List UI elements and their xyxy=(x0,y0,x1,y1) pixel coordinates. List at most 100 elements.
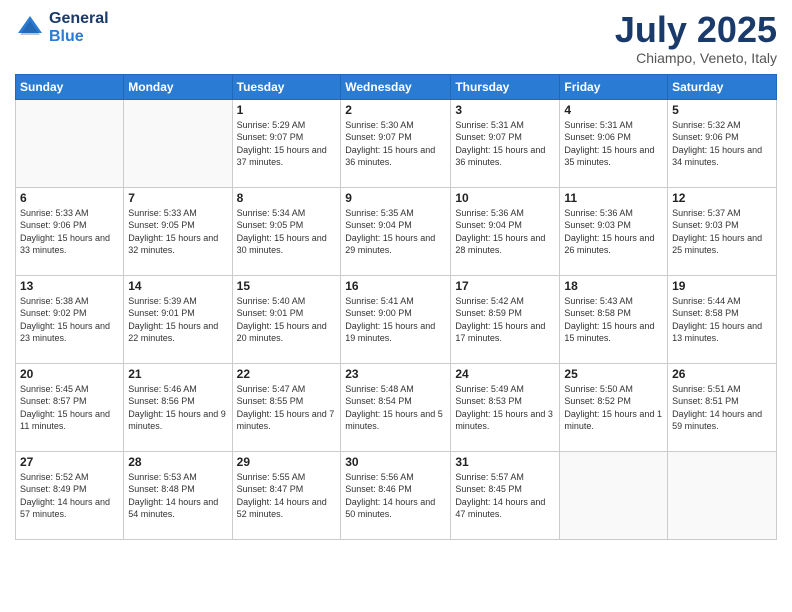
day-info: Sunrise: 5:53 AM Sunset: 8:48 PM Dayligh… xyxy=(128,471,227,521)
day-number: 2 xyxy=(345,103,446,117)
logo-general: General xyxy=(49,10,109,28)
calendar-week-row: 27Sunrise: 5:52 AM Sunset: 8:49 PM Dayli… xyxy=(16,451,777,539)
day-info: Sunrise: 5:34 AM Sunset: 9:05 PM Dayligh… xyxy=(237,207,337,257)
logo: General Blue xyxy=(15,10,109,46)
calendar-cell: 15 Sunrise: 5:40 AM Sunset: 9:01 PM Dayli… xyxy=(232,275,341,363)
day-info: Sunrise: 5:30 AM Sunset: 9:07 PM Dayligh… xyxy=(345,119,446,169)
day-info: Sunrise: 5:33 AM Sunset: 9:05 PM Dayligh… xyxy=(128,207,227,257)
calendar-cell: 8 Sunrise: 5:34 AM Sunset: 9:05 PM Daylig… xyxy=(232,187,341,275)
day-number: 14 xyxy=(128,279,227,293)
calendar-cell: 13 Sunrise: 5:38 AM Sunset: 9:02 PM Dayli… xyxy=(16,275,124,363)
day-number: 16 xyxy=(345,279,446,293)
day-info: Sunrise: 5:43 AM Sunset: 8:58 PM Dayligh… xyxy=(564,295,663,345)
logo-icon xyxy=(15,13,45,43)
title-area: July 2025 Chiampo, Veneto, Italy xyxy=(615,10,777,66)
calendar-cell: 12Sunrise: 5:37 AM Sunset: 9:03 PM Dayli… xyxy=(668,187,777,275)
calendar-cell xyxy=(124,99,232,187)
day-info: Sunrise: 5:44 AM Sunset: 8:58 PM Dayligh… xyxy=(672,295,772,345)
day-number: 6 xyxy=(20,191,119,205)
day-info: Sunrise: 5:31 AM Sunset: 9:06 PM Dayligh… xyxy=(564,119,663,169)
day-number: 19 xyxy=(672,279,772,293)
day-number: 13 xyxy=(20,279,119,293)
calendar-cell: 23 Sunrise: 5:48 AM Sunset: 8:54 PM Dayli… xyxy=(341,363,451,451)
calendar-cell: 5 Sunrise: 5:32 AM Sunset: 9:06 PM Daylig… xyxy=(668,99,777,187)
calendar-cell: 17Sunrise: 5:42 AM Sunset: 8:59 PM Dayli… xyxy=(451,275,560,363)
day-number: 1 xyxy=(237,103,337,117)
weekday-header: Thursday xyxy=(451,74,560,99)
weekday-header: Wednesday xyxy=(341,74,451,99)
calendar-cell: 4Sunrise: 5:31 AM Sunset: 9:06 PM Daylig… xyxy=(560,99,668,187)
day-info: Sunrise: 5:31 AM Sunset: 9:07 PM Dayligh… xyxy=(455,119,555,169)
day-info: Sunrise: 5:36 AM Sunset: 9:04 PM Dayligh… xyxy=(455,207,555,257)
page: General Blue July 2025 Chiampo, Veneto, … xyxy=(0,0,792,612)
calendar-cell: 2 Sunrise: 5:30 AM Sunset: 9:07 PM Daylig… xyxy=(341,99,451,187)
weekday-header: Sunday xyxy=(16,74,124,99)
day-number: 31 xyxy=(455,455,555,469)
logo-blue: Blue xyxy=(49,28,109,46)
day-number: 5 xyxy=(672,103,772,117)
day-info: Sunrise: 5:32 AM Sunset: 9:06 PM Dayligh… xyxy=(672,119,772,169)
day-info: Sunrise: 5:38 AM Sunset: 9:02 PM Dayligh… xyxy=(20,295,119,345)
day-info: Sunrise: 5:48 AM Sunset: 8:54 PM Dayligh… xyxy=(345,383,446,433)
day-number: 22 xyxy=(237,367,337,381)
calendar-cell: 11 Sunrise: 5:36 AM Sunset: 9:03 PM Dayli… xyxy=(560,187,668,275)
calendar-week-row: 1Sunrise: 5:29 AM Sunset: 9:07 PM Daylig… xyxy=(16,99,777,187)
day-number: 25 xyxy=(564,367,663,381)
calendar-cell: 19 Sunrise: 5:44 AM Sunset: 8:58 PM Dayli… xyxy=(668,275,777,363)
month-title: July 2025 xyxy=(615,10,777,50)
weekday-header-row: SundayMondayTuesdayWednesdayThursdayFrid… xyxy=(16,74,777,99)
day-number: 3 xyxy=(455,103,555,117)
calendar-cell: 31 Sunrise: 5:57 AM Sunset: 8:45 PM Dayli… xyxy=(451,451,560,539)
day-number: 20 xyxy=(20,367,119,381)
calendar-cell: 20 Sunrise: 5:45 AM Sunset: 8:57 PM Dayli… xyxy=(16,363,124,451)
day-number: 18 xyxy=(564,279,663,293)
day-info: Sunrise: 5:41 AM Sunset: 9:00 PM Dayligh… xyxy=(345,295,446,345)
day-number: 9 xyxy=(345,191,446,205)
calendar-cell: 27Sunrise: 5:52 AM Sunset: 8:49 PM Dayli… xyxy=(16,451,124,539)
weekday-header: Monday xyxy=(124,74,232,99)
day-number: 23 xyxy=(345,367,446,381)
day-info: Sunrise: 5:37 AM Sunset: 9:03 PM Dayligh… xyxy=(672,207,772,257)
calendar-cell: 14 Sunrise: 5:39 AM Sunset: 9:01 PM Dayli… xyxy=(124,275,232,363)
calendar-cell: 1Sunrise: 5:29 AM Sunset: 9:07 PM Daylig… xyxy=(232,99,341,187)
day-number: 17 xyxy=(455,279,555,293)
calendar-cell: 6Sunrise: 5:33 AM Sunset: 9:06 PM Daylig… xyxy=(16,187,124,275)
calendar-cell: 30Sunrise: 5:56 AM Sunset: 8:46 PM Dayli… xyxy=(341,451,451,539)
header: General Blue July 2025 Chiampo, Veneto, … xyxy=(15,10,777,66)
day-info: Sunrise: 5:50 AM Sunset: 8:52 PM Dayligh… xyxy=(564,383,663,433)
weekday-header: Tuesday xyxy=(232,74,341,99)
calendar-table: SundayMondayTuesdayWednesdayThursdayFrid… xyxy=(15,74,777,540)
day-info: Sunrise: 5:35 AM Sunset: 9:04 PM Dayligh… xyxy=(345,207,446,257)
calendar-cell: 22 Sunrise: 5:47 AM Sunset: 8:55 PM Dayli… xyxy=(232,363,341,451)
day-info: Sunrise: 5:56 AM Sunset: 8:46 PM Dayligh… xyxy=(345,471,446,521)
day-number: 15 xyxy=(237,279,337,293)
calendar-cell: 29Sunrise: 5:55 AM Sunset: 8:47 PM Dayli… xyxy=(232,451,341,539)
calendar-cell: 3 Sunrise: 5:31 AM Sunset: 9:07 PM Daylig… xyxy=(451,99,560,187)
day-number: 11 xyxy=(564,191,663,205)
calendar-cell: 7Sunrise: 5:33 AM Sunset: 9:05 PM Daylig… xyxy=(124,187,232,275)
day-number: 27 xyxy=(20,455,119,469)
day-info: Sunrise: 5:40 AM Sunset: 9:01 PM Dayligh… xyxy=(237,295,337,345)
day-info: Sunrise: 5:36 AM Sunset: 9:03 PM Dayligh… xyxy=(564,207,663,257)
calendar-week-row: 6Sunrise: 5:33 AM Sunset: 9:06 PM Daylig… xyxy=(16,187,777,275)
calendar-week-row: 20 Sunrise: 5:45 AM Sunset: 8:57 PM Dayli… xyxy=(16,363,777,451)
calendar-cell: 10Sunrise: 5:36 AM Sunset: 9:04 PM Dayli… xyxy=(451,187,560,275)
day-number: 28 xyxy=(128,455,227,469)
day-info: Sunrise: 5:47 AM Sunset: 8:55 PM Dayligh… xyxy=(237,383,337,433)
day-info: Sunrise: 5:45 AM Sunset: 8:57 PM Dayligh… xyxy=(20,383,119,433)
day-number: 8 xyxy=(237,191,337,205)
location: Chiampo, Veneto, Italy xyxy=(615,50,777,66)
calendar-cell xyxy=(560,451,668,539)
day-info: Sunrise: 5:39 AM Sunset: 9:01 PM Dayligh… xyxy=(128,295,227,345)
day-info: Sunrise: 5:55 AM Sunset: 8:47 PM Dayligh… xyxy=(237,471,337,521)
calendar-cell: 25 Sunrise: 5:50 AM Sunset: 8:52 PM Dayli… xyxy=(560,363,668,451)
calendar-cell xyxy=(16,99,124,187)
day-info: Sunrise: 5:57 AM Sunset: 8:45 PM Dayligh… xyxy=(455,471,555,521)
day-number: 24 xyxy=(455,367,555,381)
calendar-cell xyxy=(668,451,777,539)
calendar-cell: 24Sunrise: 5:49 AM Sunset: 8:53 PM Dayli… xyxy=(451,363,560,451)
calendar-cell: 9 Sunrise: 5:35 AM Sunset: 9:04 PM Daylig… xyxy=(341,187,451,275)
day-number: 26 xyxy=(672,367,772,381)
calendar-cell: 21Sunrise: 5:46 AM Sunset: 8:56 PM Dayli… xyxy=(124,363,232,451)
day-number: 21 xyxy=(128,367,227,381)
